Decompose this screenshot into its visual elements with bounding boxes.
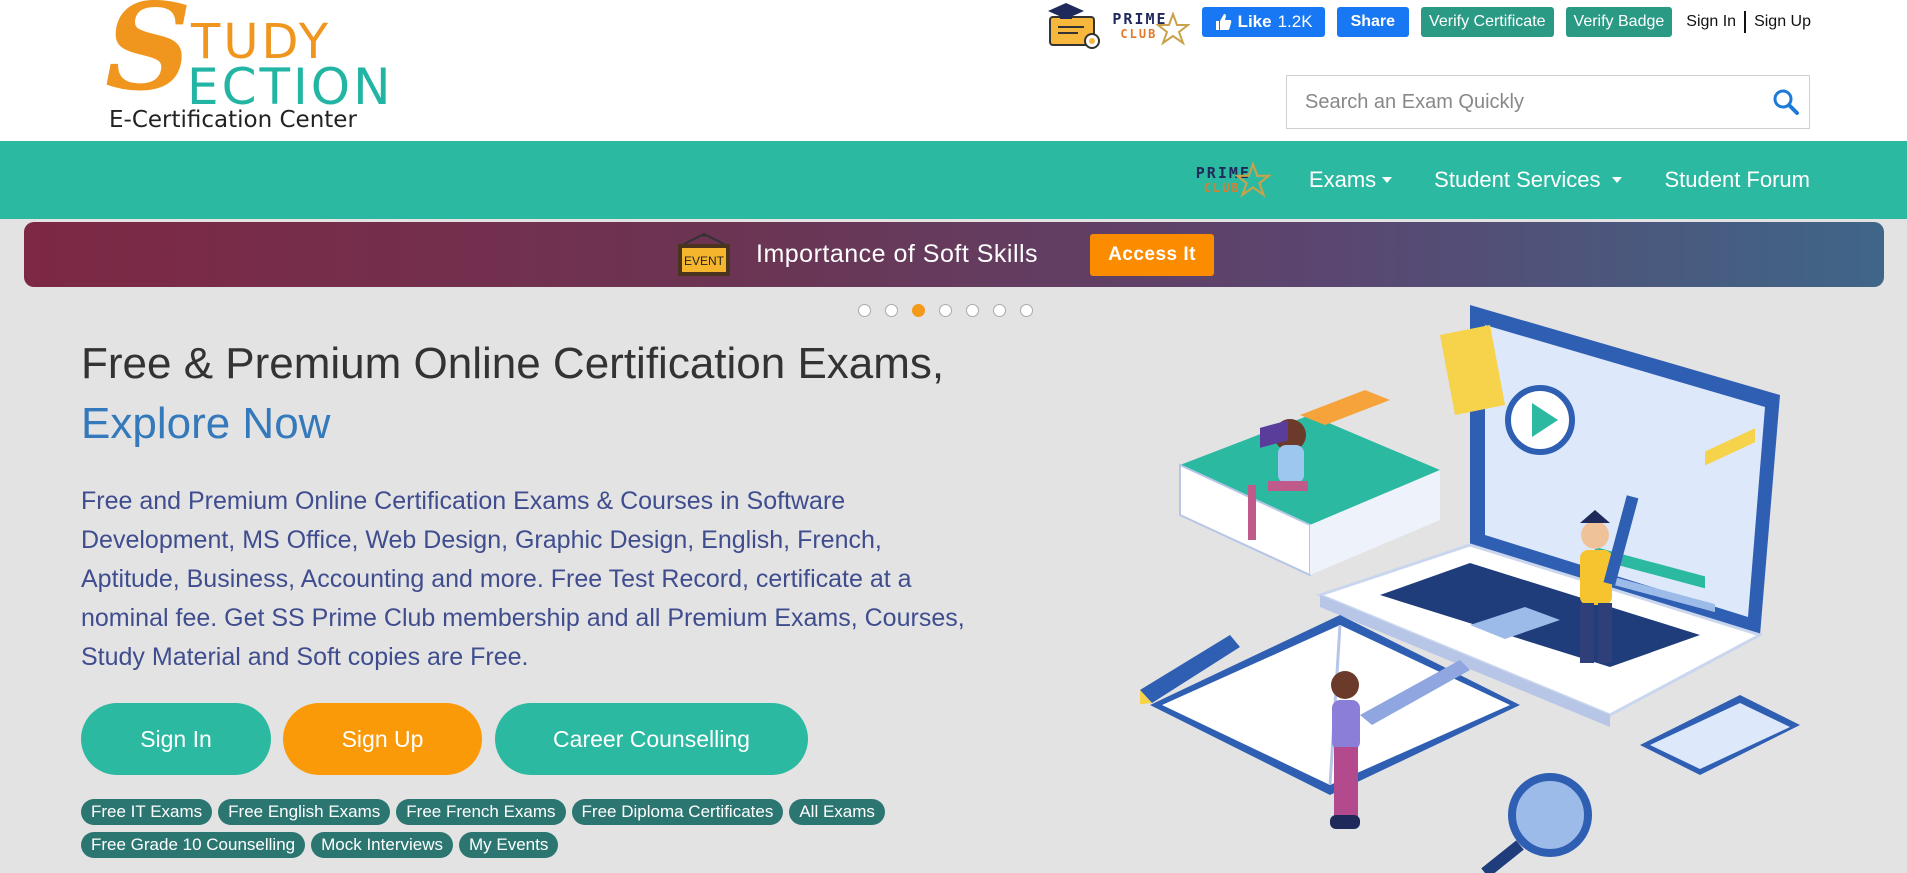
top-utility-bar: PRIME CLUB Like 1.2K Share Verify Certif… <box>1044 3 1811 49</box>
verify-badge-button[interactable]: Verify Badge <box>1565 7 1673 37</box>
certificate-graduate-icon <box>1048 3 1101 49</box>
prime-club-badge[interactable]: PRIME CLUB <box>1044 2 1190 50</box>
nav-exams[interactable]: Exams <box>1308 167 1393 193</box>
logo-letter-s: S <box>105 0 192 118</box>
tag-free-it-exams[interactable]: Free IT Exams <box>81 799 213 825</box>
auth-links: Sign In Sign Up <box>1686 11 1811 33</box>
thumbs-up-icon <box>1215 14 1231 30</box>
tag-free-grade-10-counselling[interactable]: Free Grade 10 Counselling <box>81 832 306 858</box>
hero-sign-up-button[interactable]: Sign Up <box>283 703 482 775</box>
event-sign-icon: EVENT <box>678 232 730 276</box>
site-logo[interactable]: S TUDY ECTION E-Certification Center <box>105 0 415 137</box>
hero-title-line: Free & Premium Online Certification Exam… <box>81 339 945 388</box>
logo-tagline: E-Certification Center <box>109 107 357 133</box>
nav-prime-club-link[interactable]: PRIME CLUB <box>1196 160 1271 200</box>
carousel-dot[interactable] <box>1020 304 1033 317</box>
event-banner: EVENT Importance of Soft Skills Access I… <box>24 222 1884 287</box>
career-counselling-button[interactable]: Career Counselling <box>495 703 808 775</box>
carousel-dot-active[interactable] <box>912 304 925 317</box>
tag-mock-interviews[interactable]: Mock Interviews <box>311 832 453 858</box>
carousel-dot[interactable] <box>966 304 979 317</box>
tag-all-exams[interactable]: All Exams <box>789 799 885 825</box>
logo-word-ection: ECTION <box>187 58 394 116</box>
tag-free-french-exams[interactable]: Free French Exams <box>396 799 566 825</box>
carousel-dot[interactable] <box>993 304 1006 317</box>
chevron-down-icon <box>1382 177 1393 183</box>
nav-menu: PRIME CLUB Exams Student Services Studen… <box>1196 141 1810 219</box>
online-learning-illustration <box>1140 305 1800 873</box>
like-label: Like <box>1237 12 1272 31</box>
search-input[interactable] <box>1287 89 1763 115</box>
main-navbar: PRIME CLUB Exams Student Services Studen… <box>0 141 1907 219</box>
hero-explore-now: Explore Now <box>81 399 331 448</box>
exam-search-box <box>1286 75 1810 129</box>
header-sign-up-link[interactable]: Sign Up <box>1754 13 1811 31</box>
header-sign-in-link[interactable]: Sign In <box>1686 13 1736 31</box>
tag-free-diploma-certificates[interactable]: Free Diploma Certificates <box>571 799 784 825</box>
hero-description: Free and Premium Online Certification Ex… <box>81 487 965 671</box>
tag-free-english-exams[interactable]: Free English Exams <box>218 799 391 825</box>
nav-student-forum-label: Student Forum <box>1664 167 1810 192</box>
chevron-down-icon <box>1612 177 1623 183</box>
search-icon[interactable] <box>1763 88 1809 116</box>
carousel-dot[interactable] <box>858 304 871 317</box>
access-it-button[interactable]: Access It <box>1090 233 1215 276</box>
verify-certificate-button[interactable]: Verify Certificate <box>1421 7 1554 37</box>
nav-student-forum[interactable]: Student Forum <box>1664 167 1810 193</box>
carousel-dot[interactable] <box>939 304 952 317</box>
star-outline-icon <box>1234 161 1271 198</box>
nav-exams-label: Exams <box>1308 167 1377 192</box>
nav-student-services[interactable]: Student Services <box>1434 167 1623 193</box>
event-sign-text: EVENT <box>684 254 725 268</box>
facebook-share-button[interactable]: Share <box>1336 7 1410 37</box>
event-title: Importance of Soft Skills <box>756 240 1039 268</box>
hero-sign-in-button[interactable]: Sign In <box>81 703 271 775</box>
nav-student-services-label: Student Services <box>1434 167 1601 192</box>
carousel-dots <box>858 304 1033 317</box>
site-header: S TUDY ECTION E-Certification Center PRI… <box>0 0 1907 141</box>
tag-my-events[interactable]: My Events <box>459 832 559 858</box>
carousel-dot[interactable] <box>885 304 898 317</box>
quick-link-tags: Free IT Exams Free English Exams Free Fr… <box>81 799 901 858</box>
facebook-like-button[interactable]: Like 1.2K <box>1201 7 1325 37</box>
event-content: EVENT Importance of Soft Skills Access I… <box>676 222 1215 287</box>
divider <box>1744 11 1747 33</box>
hero-title: Free & Premium Online Certification Exam… <box>81 334 1081 454</box>
like-count: 1.2K <box>1277 12 1313 31</box>
star-outline-icon <box>1155 12 1190 46</box>
